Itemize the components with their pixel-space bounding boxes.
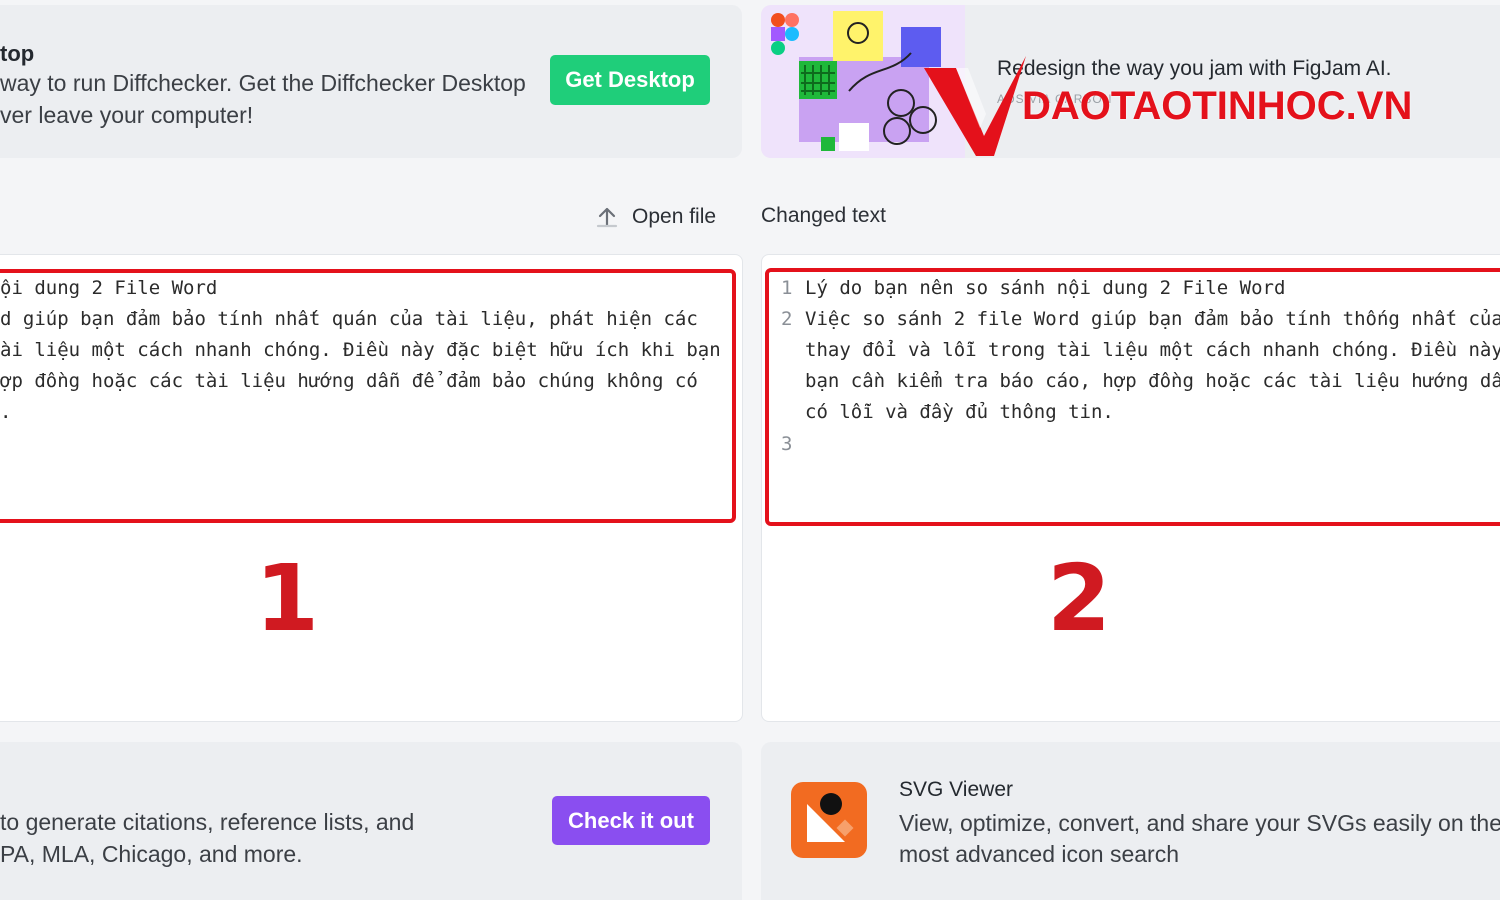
citation-promo-card: to generate citations, reference lists, … xyxy=(0,742,742,900)
changed-text-label: Changed text xyxy=(761,204,886,227)
citation-promo-line1: to generate citations, reference lists, … xyxy=(0,809,415,835)
svg-viewer-line1: View, optimize, convert, and share your … xyxy=(899,810,1500,836)
svg-viewer-promo-card[interactable]: SVG Viewer View, optimize, convert, and … xyxy=(761,742,1500,900)
open-file-label: Open file xyxy=(632,205,717,228)
desktop-promo-line2: ver leave your computer! xyxy=(0,102,254,128)
annotation-box-1 xyxy=(0,269,736,523)
upload-icon xyxy=(596,207,618,228)
annotation-box-2 xyxy=(765,268,1500,526)
svg-viewer-icon xyxy=(791,782,867,858)
watermark-v-icon xyxy=(924,56,1026,156)
desktop-promo-title: top xyxy=(0,41,35,66)
citation-promo-line2: PA, MLA, Chicago, and more. xyxy=(0,841,303,867)
svg-viewer-title: SVG Viewer xyxy=(899,778,1013,801)
get-desktop-button[interactable]: Get Desktop xyxy=(550,55,710,105)
watermark-text: DAOTAOTINHOC.VN xyxy=(1022,84,1413,128)
watermark-logo: DAOTAOTINHOC.VN xyxy=(922,52,1500,162)
desktop-promo-line1: way to run Diffchecker. Get the Diffchec… xyxy=(0,70,526,96)
annotation-number-1: 1 xyxy=(255,545,320,652)
desktop-promo-card: top way to run Diffchecker. Get the Diff… xyxy=(0,5,742,158)
annotation-number-2: 2 xyxy=(1047,545,1112,652)
svg-viewer-line2: most advanced icon search xyxy=(899,841,1179,867)
check-it-out-button[interactable]: Check it out xyxy=(552,796,710,845)
open-file-button[interactable]: Open file xyxy=(594,200,716,234)
